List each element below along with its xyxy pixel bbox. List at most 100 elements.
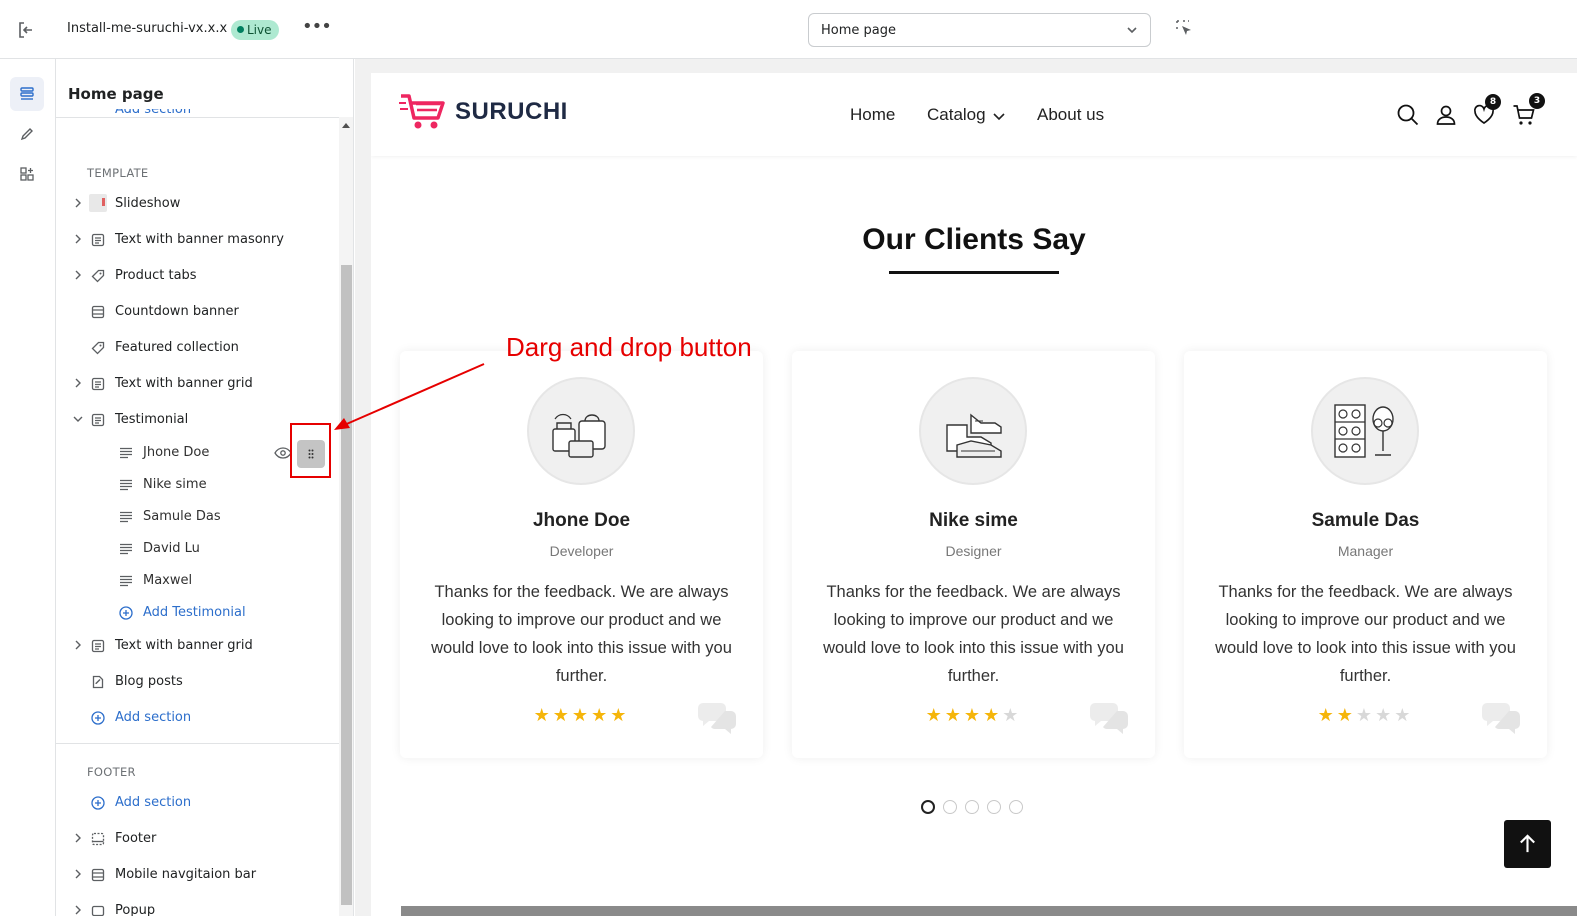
sections-sidebar: Home page Add section TEMPLATE Slideshow… [56, 59, 354, 916]
block-row-maxwel[interactable]: Maxwel [56, 565, 339, 597]
rail-theme-settings-button[interactable] [10, 117, 44, 151]
section-row-blog-posts[interactable]: Blog posts [56, 666, 339, 698]
plus-circle-icon [119, 606, 133, 620]
nav-link-about[interactable]: About us [1037, 105, 1104, 125]
title-underline [889, 271, 1059, 274]
store-header: SURUCHI Home Catalog About us 8 3 [371, 73, 1577, 156]
section-icon [91, 413, 105, 427]
chevron-right-icon[interactable] [73, 869, 83, 879]
star-filled-icon: ★ [533, 705, 553, 726]
live-status-badge: Live [231, 20, 279, 40]
text-block-icon [120, 543, 132, 555]
section-label: Text with banner grid [115, 638, 253, 653]
speech-bubble-icon [1090, 703, 1128, 734]
section-row-text-with-banner-grid[interactable]: Text with banner grid [56, 368, 339, 400]
glasses-display-illustration-icon [1334, 404, 1394, 458]
countdown-icon [91, 305, 105, 319]
scroll-up-arrow-icon[interactable] [342, 123, 350, 128]
chevron-right-icon[interactable] [73, 378, 83, 388]
testimonial-name: Nike sime [929, 510, 1018, 531]
star-empty-icon: ★ [1355, 705, 1376, 726]
chevron-right-icon[interactable] [73, 640, 83, 650]
user-account-icon[interactable] [1434, 103, 1458, 127]
chevron-right-icon[interactable] [73, 198, 83, 208]
section-label: Text with banner grid [115, 376, 253, 391]
footer-add-section-button[interactable]: Add section [56, 787, 339, 819]
divider [56, 117, 339, 118]
editor-rail [0, 59, 56, 916]
speech-bubble-icon [1482, 703, 1520, 734]
pagination-dot[interactable] [943, 800, 957, 814]
section-row-mobile-nav-bar[interactable]: Mobile navgitaion bar [56, 859, 339, 891]
inspector-toggle-icon[interactable] [1174, 18, 1196, 40]
pagination-dot[interactable] [987, 800, 1001, 814]
section-row-slideshow[interactable]: Slideshow [56, 188, 339, 220]
rail-sections-button[interactable] [10, 77, 44, 111]
block-row-david-lu[interactable]: David Lu [56, 533, 339, 565]
block-row-samule-das[interactable]: Samule Das [56, 501, 339, 533]
scroll-to-top-button[interactable] [1504, 820, 1551, 868]
add-section-label: Add section [115, 710, 192, 725]
theme-name: Install-me-suruchi-vx.x.x [67, 21, 228, 36]
section-row-footer[interactable]: Footer [56, 823, 339, 855]
block-label: Nike sime [143, 477, 207, 492]
section-label: Slideshow [115, 196, 181, 211]
exit-icon[interactable] [14, 18, 38, 42]
brush-icon [20, 128, 33, 141]
block-label: Samule Das [143, 509, 221, 524]
section-icon [91, 233, 105, 247]
section-label: Text with banner masonry [115, 232, 284, 247]
star-empty-icon: ★ [1394, 705, 1414, 726]
next-section-edge [401, 906, 1577, 916]
text-block-icon [120, 479, 132, 491]
testimonial-text: Thanks for the feedback. We are always l… [431, 583, 732, 685]
chevron-right-icon[interactable] [73, 905, 83, 915]
testimonial-text: Thanks for the feedback. We are always l… [1215, 583, 1516, 685]
section-label: Testimonial [115, 412, 189, 427]
testimonial-role: Developer [549, 543, 614, 559]
annotation-highlight-box [290, 423, 331, 478]
wishlist-count-badge: 8 [1485, 94, 1501, 110]
search-icon[interactable] [1396, 103, 1420, 127]
chevron-down-icon [1127, 27, 1137, 34]
star-filled-icon: ★ [944, 705, 964, 726]
tag-icon [91, 269, 105, 283]
add-section-button[interactable]: Add section [56, 702, 339, 734]
section-row-popup[interactable]: Popup [56, 895, 339, 916]
section-row-text-with-banner-grid-2[interactable]: Text with banner grid [56, 630, 339, 662]
section-label: Popup [115, 903, 156, 916]
add-testimonial-button[interactable]: Add Testimonial [56, 597, 339, 629]
slideshow-thumbnail [89, 194, 107, 212]
sections-icon [20, 87, 34, 100]
avatar [1311, 377, 1419, 485]
star-filled-icon: ★ [610, 705, 630, 726]
countdown-icon [91, 868, 105, 882]
chevron-right-icon[interactable] [73, 833, 83, 843]
rail-apps-button[interactable] [10, 157, 44, 191]
page-selector-value: Home page [821, 23, 896, 38]
storefront-preview: SURUCHI Home Catalog About us 8 3 Our Cl… [371, 73, 1577, 916]
more-actions-button[interactable]: ••• [302, 17, 332, 41]
section-row-text-with-banner-masonry[interactable]: Text with banner masonry [56, 224, 339, 256]
pagination-dot[interactable] [965, 800, 979, 814]
nav-link-home[interactable]: Home [850, 105, 895, 125]
chevron-down-icon[interactable] [73, 414, 83, 424]
section-label: Countdown banner [115, 304, 239, 319]
section-label: Featured collection [115, 340, 239, 355]
page-selector[interactable]: Home page [808, 13, 1151, 47]
testimonial-card: Samule Das Manager Thanks for the feedba… [1184, 351, 1547, 758]
chevron-right-icon[interactable] [73, 270, 83, 280]
star-filled-icon: ★ [552, 705, 572, 726]
nav-link-catalog[interactable]: Catalog [927, 105, 986, 125]
star-filled-icon: ★ [925, 705, 945, 726]
block-label: Jhone Doe [143, 445, 210, 460]
section-row-product-tabs[interactable]: Product tabs [56, 260, 339, 292]
section-row-featured-collection[interactable]: Featured collection [56, 332, 339, 364]
pagination-dot[interactable] [921, 800, 935, 814]
section-row-countdown-banner[interactable]: Countdown banner [56, 296, 339, 328]
chevron-right-icon[interactable] [73, 234, 83, 244]
speech-bubble-icon [698, 703, 736, 734]
star-filled-icon: ★ [571, 705, 592, 726]
pagination-dot[interactable] [1009, 800, 1023, 814]
footer-group-label: FOOTER [87, 765, 136, 779]
